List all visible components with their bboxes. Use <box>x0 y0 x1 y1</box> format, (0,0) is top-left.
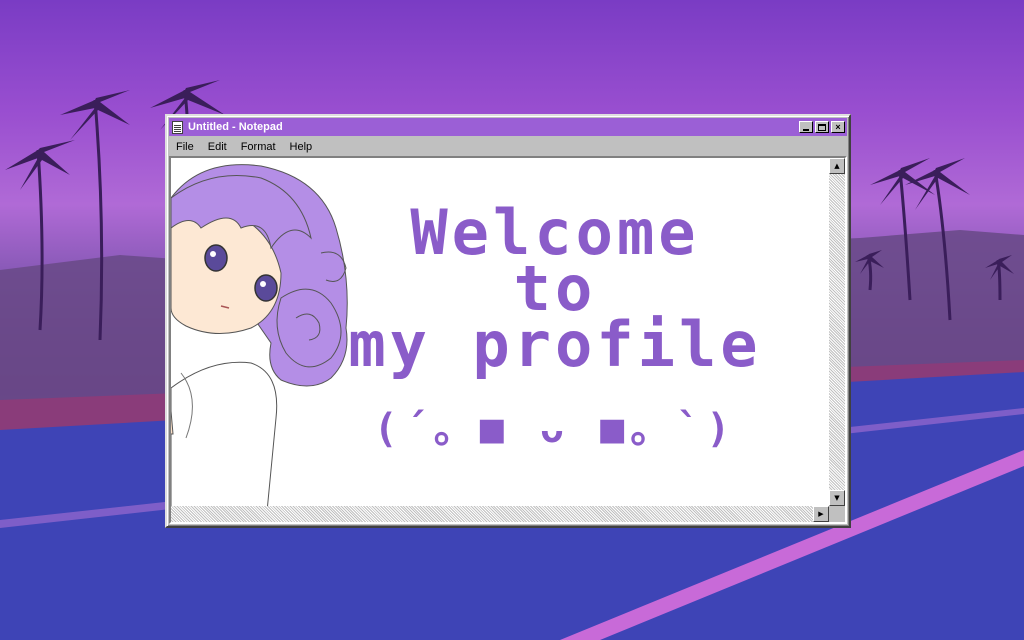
right-arrow-icon: ▶ <box>818 510 824 518</box>
down-arrow-icon: ▼ <box>834 494 840 502</box>
close-button[interactable]: × <box>831 121 845 133</box>
text-editor-area[interactable]: Welcome to my profile (´。■ ᴗ ■。`) ▲ ▼ ▶ <box>169 156 847 524</box>
menu-file[interactable]: File <box>169 141 201 153</box>
notepad-icon <box>172 120 183 134</box>
scroll-up-button[interactable]: ▲ <box>829 158 845 174</box>
up-arrow-icon: ▲ <box>834 162 840 170</box>
resize-grip[interactable] <box>829 506 845 522</box>
scroll-down-button[interactable]: ▼ <box>829 490 845 506</box>
kaomoji-text: (´。■ ᴗ ■。`) <box>373 406 737 452</box>
window-title: Untitled - Notepad <box>188 121 283 133</box>
vertical-scrollbar[interactable]: ▲ ▼ <box>829 158 845 506</box>
welcome-text-line-3: my profile <box>348 308 762 381</box>
maximize-button[interactable] <box>815 121 829 133</box>
menu-format[interactable]: Format <box>234 141 283 153</box>
scroll-right-button[interactable]: ▶ <box>813 506 829 522</box>
minimize-button[interactable] <box>799 121 813 133</box>
menu-bar: File Edit Format Help <box>169 138 847 156</box>
notepad-window: Untitled - Notepad × File Edit Format He… <box>165 114 851 528</box>
title-bar[interactable]: Untitled - Notepad × <box>169 118 847 136</box>
close-icon: × <box>835 121 841 132</box>
menu-edit[interactable]: Edit <box>201 141 234 153</box>
minimize-icon <box>803 128 809 131</box>
desktop-wallpaper: Untitled - Notepad × File Edit Format He… <box>0 0 1024 640</box>
horizontal-scrollbar[interactable]: ▶ <box>171 506 829 522</box>
menu-help[interactable]: Help <box>283 141 320 153</box>
maximize-icon <box>818 123 826 131</box>
